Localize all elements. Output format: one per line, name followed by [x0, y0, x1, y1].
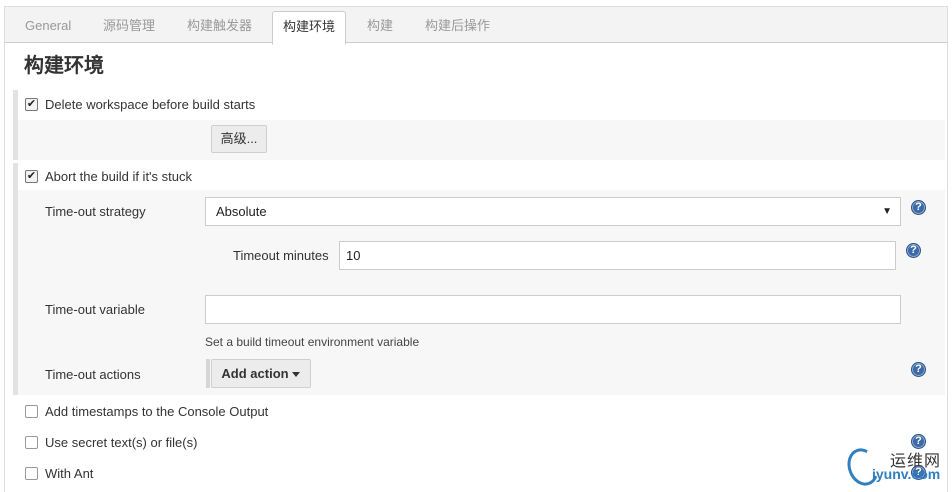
with-ant-option[interactable]: With Ant [25, 463, 93, 483]
add-action-label: Add action [221, 366, 289, 381]
delete-workspace-label: Delete workspace before build starts [45, 96, 256, 112]
tab-general[interactable]: General [15, 11, 81, 44]
add-timestamps-checkbox[interactable] [25, 404, 38, 418]
abort-stuck-label: Abort the build if it's stuck [45, 168, 192, 184]
timeout-strategy-label: Time-out strategy [45, 204, 146, 219]
with-ant-label: With Ant [45, 465, 94, 481]
tab-post-build-actions[interactable]: 构建后操作 [415, 11, 500, 44]
tab-bar: General 源码管理 构建触发器 构建环境 构建 构建后操作 [4, 6, 948, 45]
tab-source-control[interactable]: 源码管理 [93, 11, 165, 44]
tab-build[interactable]: 构建 [357, 11, 403, 44]
help-icon[interactable]: ? [911, 200, 926, 215]
secret-text-checkbox[interactable] [25, 435, 38, 449]
timeout-variable-hint: Set a build timeout environment variable [205, 335, 420, 349]
help-icon[interactable]: ? [906, 243, 921, 258]
add-action-button[interactable]: Add action [211, 359, 311, 388]
delete-workspace-advanced-area [18, 120, 945, 160]
add-timestamps-label: Add timestamps to the Console Output [45, 403, 269, 419]
timeout-strategy-value: Absolute [216, 204, 267, 219]
timeout-minutes-input[interactable]: 10 [339, 241, 896, 270]
timeout-strategy-select[interactable]: Absolute ▼ [205, 197, 901, 226]
tab-build-triggers[interactable]: 构建触发器 [177, 11, 262, 44]
abort-stuck-option[interactable]: ✔ Abort the build if it's stuck [25, 166, 192, 186]
section-title: 构建环境 [24, 55, 104, 77]
secret-text-label: Use secret text(s) or file(s) [45, 434, 198, 450]
timeout-variable-label: Time-out variable [45, 302, 145, 317]
with-ant-checkbox[interactable] [25, 466, 38, 480]
dropdown-arrow-icon: ▼ [882, 206, 892, 217]
secret-text-option[interactable]: Use secret text(s) or file(s) [25, 432, 197, 452]
watermark-en: iyunv.com [872, 466, 941, 482]
watermark-logo: 运维网 iyunv.com [842, 444, 950, 490]
advanced-button[interactable]: 高级... [211, 125, 267, 153]
help-icon[interactable]: ? [911, 362, 926, 377]
delete-workspace-checkbox[interactable]: ✔ [25, 97, 38, 111]
abort-stuck-checkbox[interactable]: ✔ [25, 169, 38, 183]
add-timestamps-option[interactable]: Add timestamps to the Console Output [25, 401, 268, 421]
timeout-variable-input[interactable] [205, 295, 901, 324]
timeout-actions-label: Time-out actions [45, 367, 141, 382]
timeout-minutes-label: Timeout minutes [233, 248, 329, 263]
drag-handle [206, 359, 210, 388]
delete-workspace-option[interactable]: ✔ Delete workspace before build starts [25, 94, 255, 114]
build-environment-section: 构建环境 ✔ Delete workspace before build sta… [4, 43, 948, 492]
tab-build-environment[interactable]: 构建环境 [272, 11, 347, 45]
caret-down-icon [292, 372, 300, 377]
